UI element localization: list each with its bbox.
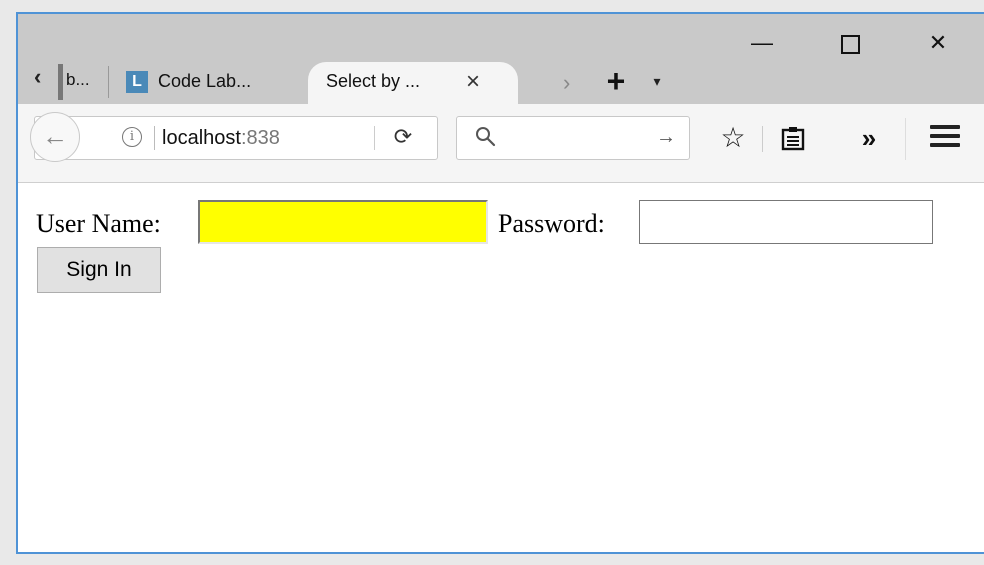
menu-bar-line: [930, 125, 960, 129]
new-tab-button[interactable]: +: [601, 65, 631, 97]
tab-label: Select by ...: [326, 71, 421, 91]
tab-strip: ‹ b... L Code Lab... Select by ... × › + …: [18, 14, 984, 104]
password-input[interactable]: [639, 200, 933, 244]
overflow-menu-icon[interactable]: »: [854, 124, 884, 154]
search-icon[interactable]: [474, 125, 498, 149]
reload-separator: [374, 126, 375, 150]
reload-icon[interactable]: ⟳: [388, 122, 418, 152]
username-input[interactable]: [198, 200, 488, 244]
tab-select-by[interactable]: Select by ... ×: [308, 62, 518, 104]
tab-overflow-label: b...: [66, 70, 90, 89]
maximize-button[interactable]: [830, 28, 870, 60]
hamburger-menu-icon[interactable]: [930, 125, 960, 151]
tab-list-dropdown-icon[interactable]: ▾: [648, 72, 666, 90]
tab-favicon-icon: L: [126, 71, 148, 94]
tab-label: Code Lab...: [158, 71, 252, 91]
username-label: User Name:: [36, 209, 161, 238]
menu-bar-line: [930, 143, 960, 147]
tab-separator: [108, 66, 109, 98]
star-icon[interactable]: ☆: [718, 124, 748, 154]
navigation-toolbar: ← i localhost:838 ⟳ → ☆ »: [18, 104, 984, 183]
sign-in-button[interactable]: Sign In: [37, 247, 161, 293]
url-text[interactable]: localhost:838: [160, 124, 282, 152]
toolbar-separator: [762, 126, 763, 152]
toolbar-separator: [905, 118, 906, 160]
page-content: User Name: Password: Sign In: [18, 183, 984, 552]
info-icon[interactable]: i: [122, 127, 142, 147]
back-arrow-icon[interactable]: ←: [30, 112, 80, 162]
password-label: Password:: [498, 209, 605, 238]
maximize-icon: [840, 34, 860, 54]
close-window-button[interactable]: ✕: [918, 28, 958, 60]
reader-view-icon[interactable]: [778, 124, 808, 154]
url-divider: [154, 126, 155, 150]
url-port: :838: [240, 127, 280, 149]
menu-bar-line: [930, 134, 960, 138]
tab-edge: [58, 64, 63, 100]
tab-scroll-right-icon[interactable]: ›: [563, 72, 570, 94]
url-host: localhost: [162, 127, 241, 149]
tab-code-lab[interactable]: L Code Lab...: [121, 62, 311, 104]
browser-window: ‹ b... L Code Lab... Select by ... × › + …: [16, 12, 984, 554]
tab-scroll-left-icon[interactable]: ‹: [34, 66, 52, 90]
tab-overflow-left[interactable]: b...: [52, 62, 107, 102]
minimize-button[interactable]: —: [742, 28, 782, 60]
tab-close-icon[interactable]: ×: [460, 70, 486, 96]
go-arrow-icon[interactable]: →: [656, 126, 676, 148]
